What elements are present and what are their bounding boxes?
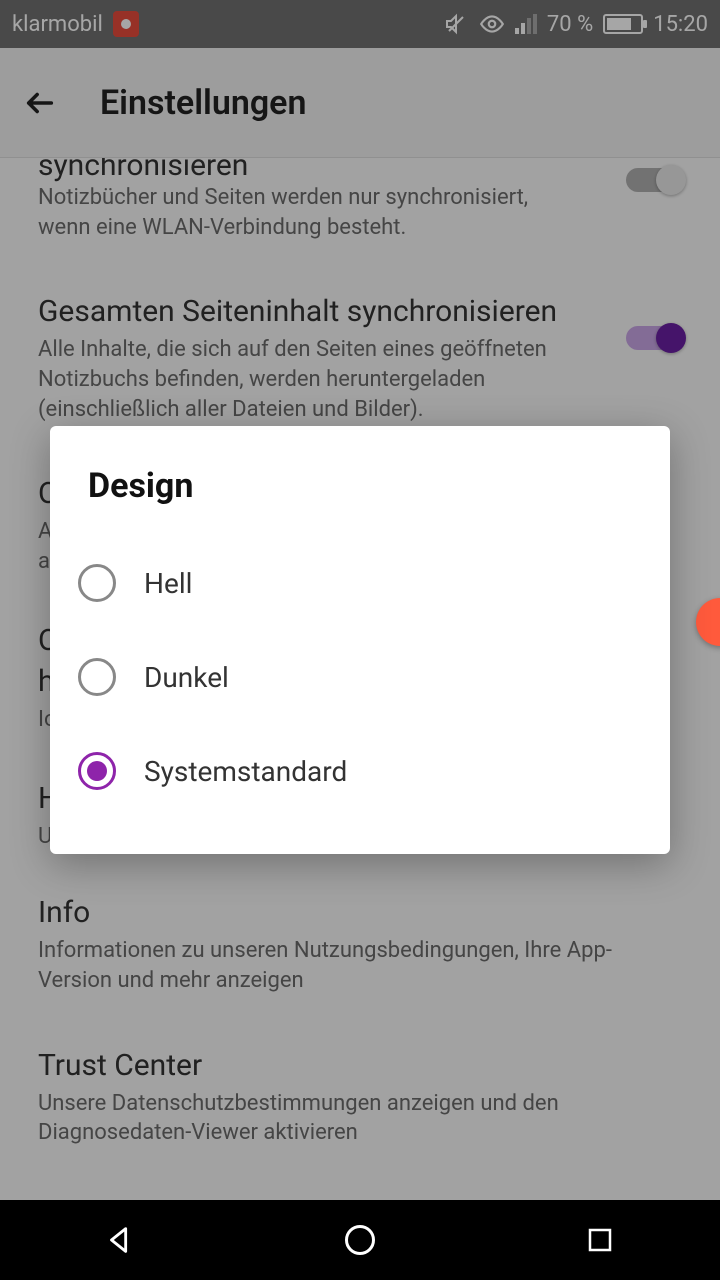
radio-label: Dunkel [144,661,229,694]
radio-option-hell[interactable]: Hell [78,536,642,630]
nav-recent-icon[interactable] [578,1218,622,1262]
radio-option-dunkel[interactable]: Dunkel [78,630,642,724]
radio-icon [78,658,116,696]
nav-back-icon[interactable] [98,1218,142,1262]
dialog-title: Design [78,466,642,506]
nav-home-icon[interactable] [338,1218,382,1262]
radio-label: Hell [144,567,192,600]
design-dialog: Design Hell Dunkel Systemstandard [50,426,670,854]
radio-icon [78,564,116,602]
radio-icon [78,752,116,790]
radio-label: Systemstandard [144,755,347,788]
system-nav-bar [0,1200,720,1280]
radio-option-systemstandard[interactable]: Systemstandard [78,724,642,818]
